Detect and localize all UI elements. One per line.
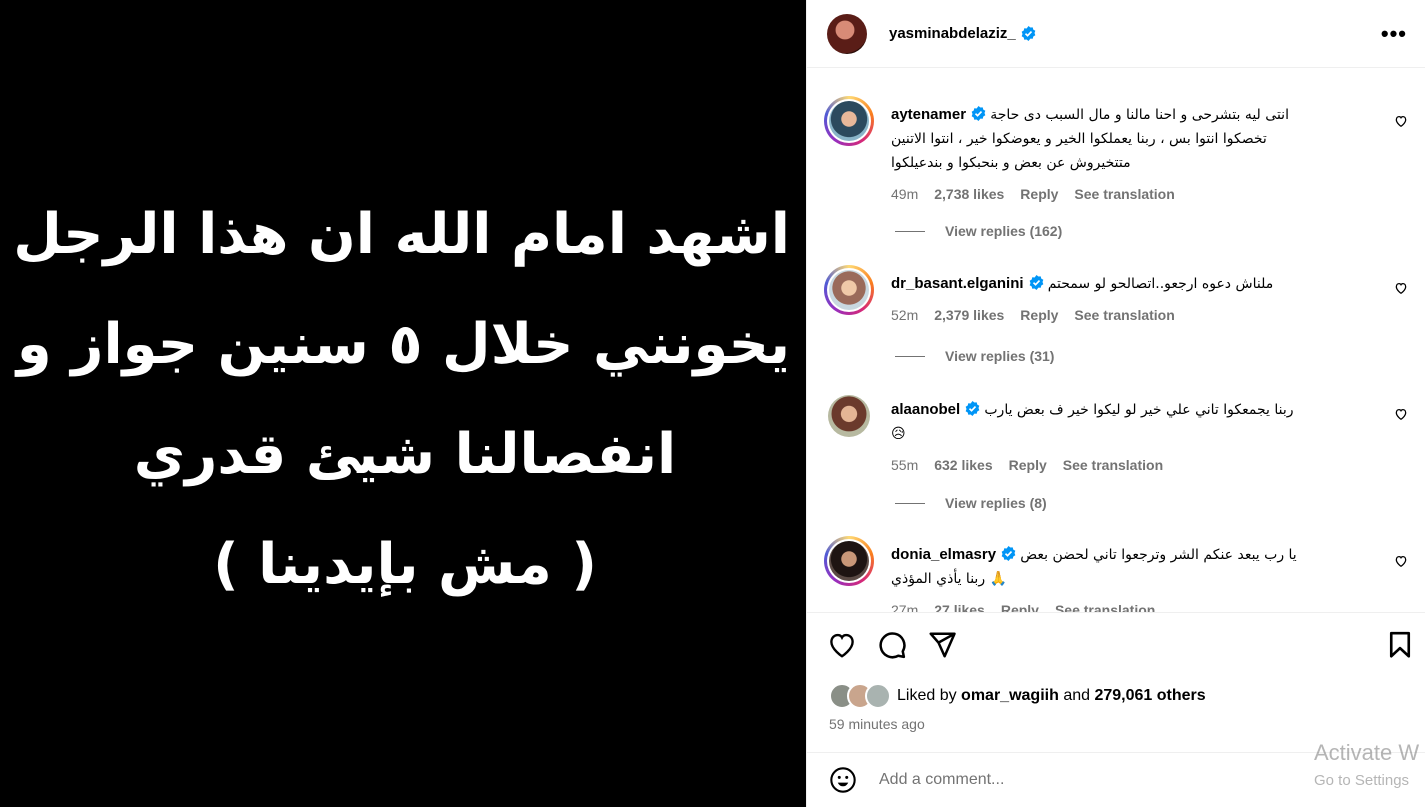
author-avatar[interactable]	[827, 13, 867, 54]
share-send-icon[interactable]	[927, 630, 957, 660]
replies-divider	[895, 230, 925, 232]
commenter-avatar[interactable]	[824, 265, 874, 315]
view-replies-button[interactable]: View replies (31)	[895, 348, 1054, 364]
post-image-line: اشهد امام الله ان هذا الرجل لم	[0, 202, 790, 267]
comment-text: تخصكوا انتوا بس ، ربنا يعملكوا الخير و ي…	[891, 131, 1267, 147]
add-comment-input[interactable]	[879, 771, 1279, 789]
liked-by-prefix: Liked by	[897, 687, 957, 704]
verified-badge-icon	[971, 106, 986, 121]
commenter-avatar[interactable]	[824, 536, 874, 586]
comment-likes[interactable]: 2,379 likes	[934, 304, 1004, 327]
post-image-line: ( مش بإيدينا )	[213, 532, 597, 597]
comment-likes[interactable]: 27 likes	[934, 599, 985, 612]
comment-time[interactable]: 49m	[891, 183, 918, 206]
comment-likes[interactable]: 632 likes	[934, 454, 992, 477]
see-translation-button[interactable]: See translation	[1074, 304, 1174, 327]
post-image-line: انفصالنا شيئ قدري	[133, 422, 677, 487]
comment-meta: 52m 2,379 likes Reply See translation	[891, 304, 1391, 327]
save-bookmark-icon[interactable]	[1385, 630, 1415, 660]
liker-avatars[interactable]	[829, 683, 891, 709]
post-header: yasminabdelaziz_ •••	[807, 0, 1425, 68]
view-replies-button[interactable]: View replies (8)	[895, 495, 1047, 511]
post-image[interactable]: اشهد امام الله ان هذا الرجل لم يخونني خل…	[0, 0, 806, 807]
post-image-line: يخونني خلال ٥ سنين جواز و	[16, 312, 790, 377]
verified-badge-icon	[1029, 275, 1043, 290]
comment-meta: 49m 2,738 likes Reply See translation	[891, 183, 1391, 206]
see-translation-button[interactable]: See translation	[1063, 454, 1163, 477]
author-username[interactable]: yasminabdelaziz_	[889, 25, 1016, 42]
post-actions: Liked by omar_wagiih and 279,061 others …	[807, 612, 1425, 752]
emoji-smiley-icon[interactable]	[829, 766, 857, 794]
comment-text: يا رب يبعد عنكم الشر وترجعوا تاني لحضن ب…	[1020, 547, 1297, 563]
comment-username[interactable]: dr_basant.elganini	[891, 275, 1024, 292]
comment-username[interactable]: alaanobel	[891, 401, 960, 418]
comment-time[interactable]: 52m	[891, 304, 918, 327]
liked-by-others[interactable]: 279,061 others	[1094, 687, 1205, 705]
commenter-avatar[interactable]	[828, 395, 870, 437]
like-comment-heart-icon[interactable]	[1394, 407, 1408, 421]
liked-by-and: and	[1063, 687, 1091, 704]
comment-meta: 55m 632 likes Reply See translation	[891, 454, 1391, 477]
see-translation-button[interactable]: See translation	[1055, 599, 1155, 612]
replies-divider	[895, 355, 925, 357]
like-comment-heart-icon[interactable]	[1394, 114, 1408, 128]
liked-by-summary: Liked by omar_wagiih and 279,061 others	[829, 683, 1206, 709]
reply-button[interactable]: Reply	[1001, 599, 1039, 612]
comment-text: انتى ليه بتشرحى و احنا مالنا و مال السبب…	[990, 107, 1289, 123]
like-comment-heart-icon[interactable]	[1394, 281, 1408, 295]
like-comment-heart-icon[interactable]	[1394, 554, 1408, 568]
comment-time[interactable]: 27m	[891, 599, 918, 612]
comment-meta: 27m 27 likes Reply See translation	[891, 599, 1391, 612]
watermark-subtitle: Go to Settings	[1314, 772, 1410, 789]
comment-text: ربنا يأذي المؤذي 🙏	[891, 571, 1007, 587]
reply-button[interactable]: Reply	[1009, 454, 1047, 477]
comment-bubble-icon[interactable]	[877, 630, 907, 660]
verified-badge-icon	[965, 401, 980, 416]
liked-by-user[interactable]: omar_wagiih	[961, 687, 1059, 705]
verified-badge-icon	[1021, 26, 1036, 41]
more-horizontal-icon[interactable]: •••	[1381, 22, 1407, 44]
like-heart-icon[interactable]	[827, 630, 857, 660]
post-side-panel: yasminabdelaziz_ ••• aytenamer انتى ليه …	[806, 0, 1425, 807]
post-image-text: اشهد امام الله ان هذا الرجل لم يخونني خل…	[0, 180, 790, 620]
post-timestamp[interactable]: 59 minutes ago	[829, 716, 925, 732]
replies-divider	[895, 502, 925, 504]
view-replies-button[interactable]: View replies (162)	[895, 223, 1062, 239]
verified-badge-icon	[1001, 546, 1016, 561]
comment-time[interactable]: 55m	[891, 454, 918, 477]
comment-username[interactable]: aytenamer	[891, 106, 966, 123]
comment-text: متتخيروش عن بعض و بنحبكوا و بندعيلكوا	[891, 155, 1131, 171]
see-translation-button[interactable]: See translation	[1074, 183, 1174, 206]
reply-button[interactable]: Reply	[1020, 183, 1058, 206]
comment-username[interactable]: donia_elmasry	[891, 546, 996, 563]
liker-avatar	[865, 683, 891, 709]
comment-likes[interactable]: 2,738 likes	[934, 183, 1004, 206]
comment-text: 😥	[891, 426, 906, 442]
comments-list[interactable]: aytenamer انتى ليه بتشرحى و احنا مالنا و…	[807, 69, 1425, 612]
comment-text: ملناش دعوه ارجعو..اتصالحو لو سمحتم	[1047, 276, 1274, 292]
comment-text: ربنا يجمعكوا تاني علي خير لو ليكوا خير ف…	[984, 402, 1294, 418]
watermark-title: Activate W	[1314, 740, 1420, 765]
reply-button[interactable]: Reply	[1020, 304, 1058, 327]
activate-windows-watermark: Activate W Go to Settings	[1314, 740, 1419, 789]
commenter-avatar[interactable]	[824, 96, 874, 146]
